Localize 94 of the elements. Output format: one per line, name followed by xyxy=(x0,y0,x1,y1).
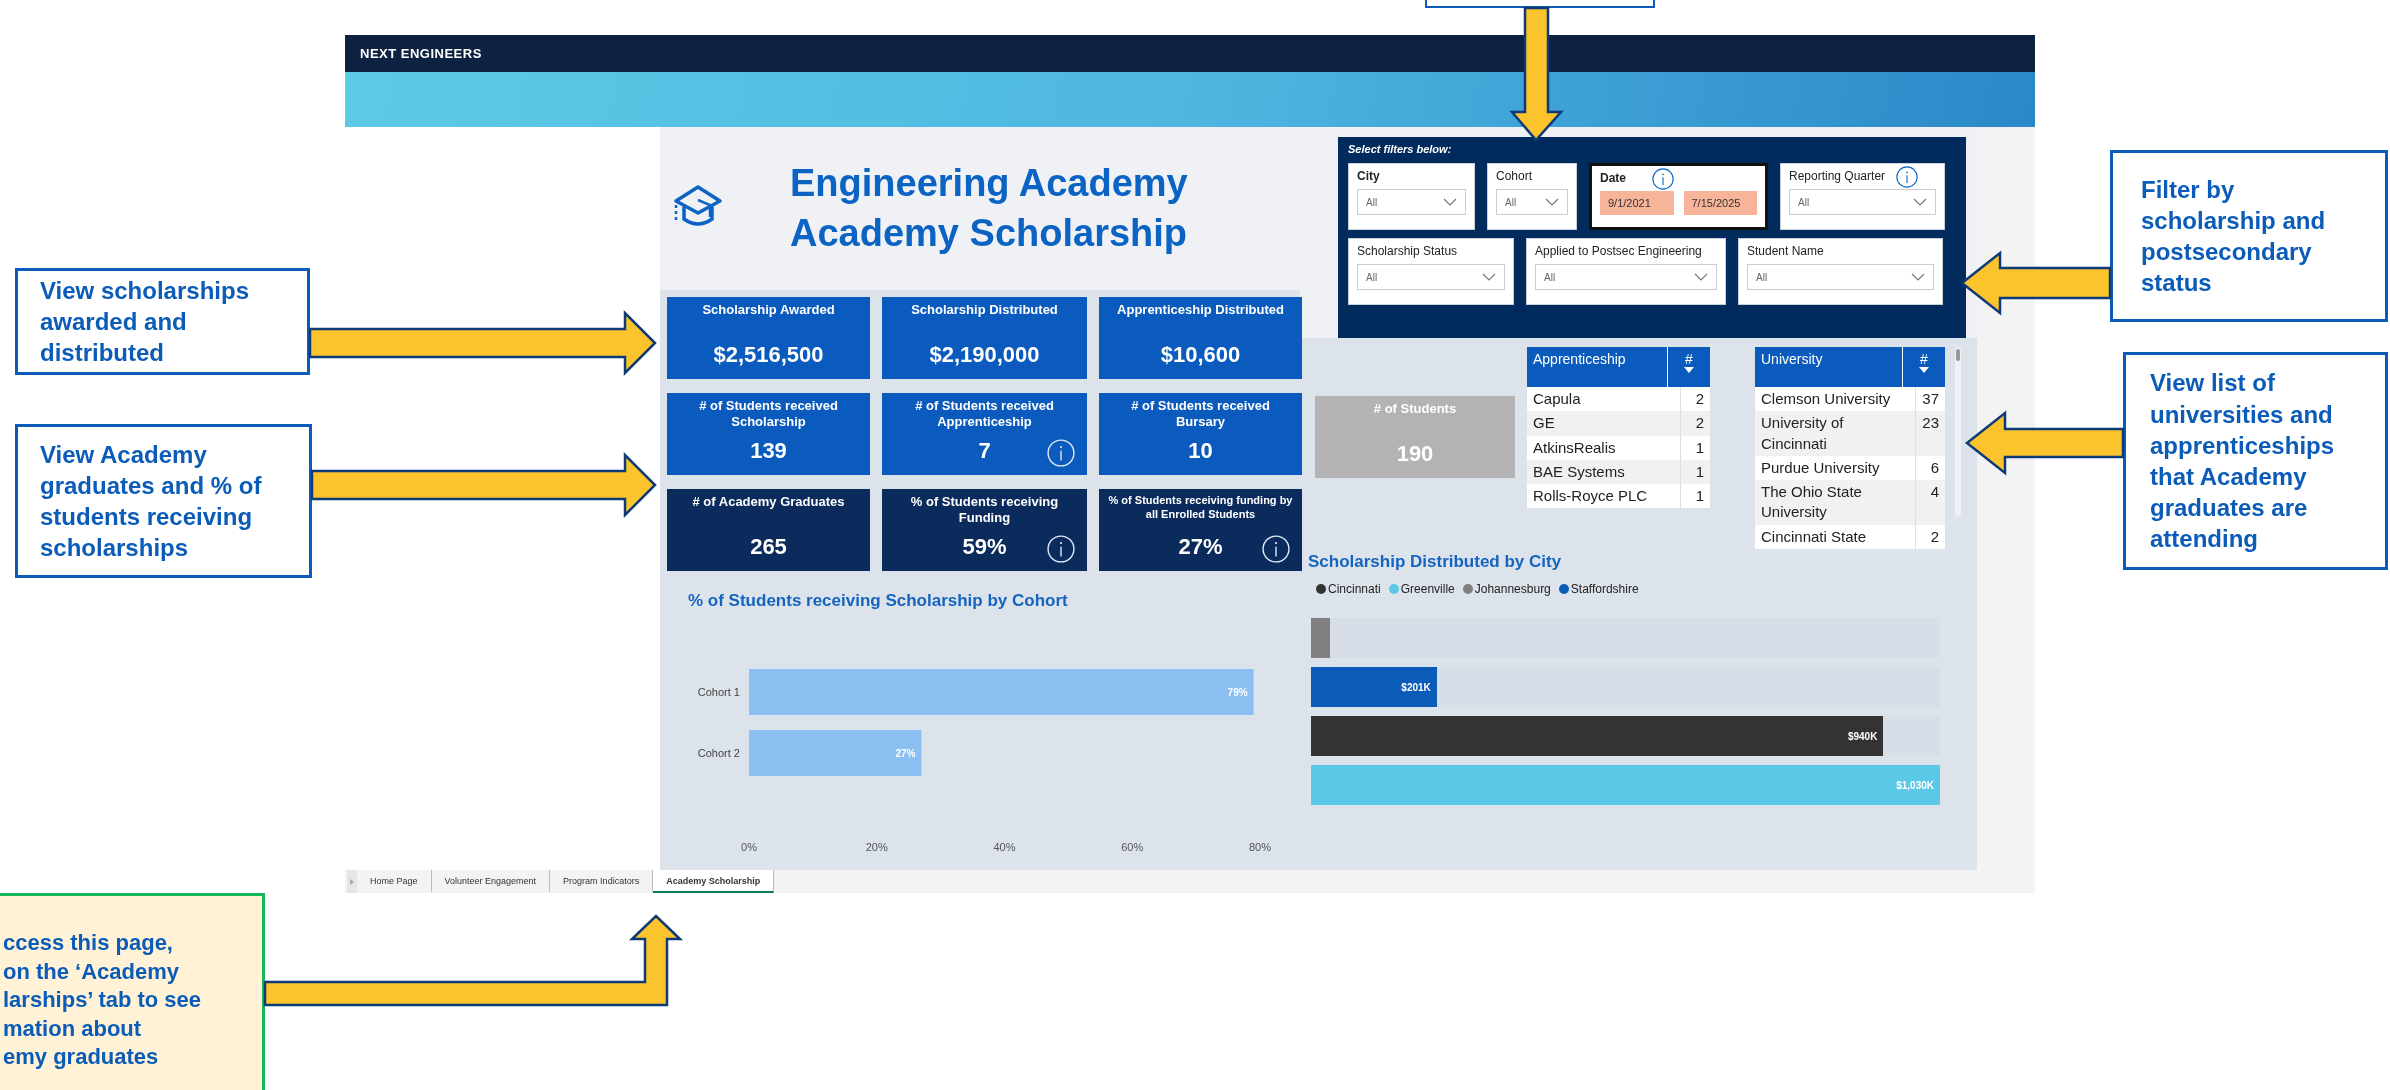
axis-tick-label: 20% xyxy=(865,841,888,853)
column-header[interactable]: Apprenticeship xyxy=(1527,347,1667,387)
filter-label: Scholarship Status xyxy=(1357,244,1458,258)
kpi-value: 59% xyxy=(962,534,1007,560)
legend-label: Johannesburg xyxy=(1474,582,1551,596)
filter-dropdown[interactable]: All xyxy=(1789,189,1936,215)
callout-note: ccess this page, on the ‘Academy larships’ tab to see mation about emy graduates xyxy=(0,893,265,1090)
filter-label: Date xyxy=(1600,171,1626,185)
date-field[interactable]: 7/15/2025 xyxy=(1683,191,1757,215)
kpi-value: 139 xyxy=(750,438,787,464)
table-cell: 1 xyxy=(1680,435,1710,460)
chevron-down-icon xyxy=(1694,273,1708,281)
kpi-label: Apprenticeship Distributed xyxy=(1117,302,1284,319)
table-cell-text: AtkinsRealis xyxy=(1532,437,1617,458)
legend-label: Cincinnati xyxy=(1328,582,1381,596)
info-icon[interactable] xyxy=(1652,168,1674,190)
table-cell: 2 xyxy=(1680,411,1710,436)
kpi-label: # of Students received Bursary xyxy=(1130,398,1271,431)
legend-label: Staffordshire xyxy=(1570,582,1639,596)
filter-dropdown[interactable]: All xyxy=(1357,264,1505,290)
table-cell-text: Rolls-Royce PLC xyxy=(1532,486,1649,506)
filter-label: Student Name xyxy=(1747,244,1824,258)
kpi-value: $10,600 xyxy=(1160,342,1241,368)
sort-down-icon[interactable] xyxy=(1919,367,1929,373)
brand-name: NEXT ENGINEERS xyxy=(360,46,482,61)
table-cell-text: The Ohio State University xyxy=(1760,482,1863,523)
column-header[interactable]: University xyxy=(1755,347,1902,387)
chart-title: Scholarship Distributed by City xyxy=(1308,552,1563,572)
page-tab[interactable]: Home Page xyxy=(357,870,432,893)
chevron-down-icon xyxy=(1443,198,1457,206)
filter-dropdown[interactable]: All xyxy=(1496,189,1568,215)
date-field[interactable]: 9/1/2021 xyxy=(1600,191,1674,215)
filter-label: Cohort xyxy=(1496,169,1533,183)
callout-note: View Academy graduates and % of students receiving scholarships xyxy=(15,424,312,578)
chevron-down-icon xyxy=(1545,198,1559,206)
callout-note: View list of universities and apprenticeships that Academy graduates are attending xyxy=(2123,352,2388,570)
axis-tick-label: 60% xyxy=(1121,841,1144,853)
kpi-label: Scholarship Distributed xyxy=(911,302,1058,319)
filter-dropdown[interactable]: All xyxy=(1357,189,1466,215)
filter-heading: Select filters below: xyxy=(1348,143,1453,155)
kpi-label: # of Academy Graduates xyxy=(692,494,845,511)
table-cell-text: Purdue University xyxy=(1760,457,1881,478)
value-label: $201K xyxy=(1401,681,1432,693)
table-cell-text: BAE Systems xyxy=(1532,461,1626,482)
category-label: Cohort 2 xyxy=(697,747,740,759)
table-cell-text: Clemson University xyxy=(1760,389,1892,409)
kpi-label: % of Students receiving funding by all Enrolled Students xyxy=(1107,494,1294,522)
kpi-label: Scholarship Awarded xyxy=(702,302,835,319)
table-cell: 2 xyxy=(1915,524,1945,549)
table-cell-text: GE xyxy=(1532,413,1556,434)
table-cell: 1 xyxy=(1680,484,1710,509)
kpi-value: $2,516,500 xyxy=(713,342,824,368)
category-label: Cohort 1 xyxy=(697,686,740,698)
chart-title: % of Students receiving Scholarship by Cohort xyxy=(688,591,1069,611)
value-label: $940K xyxy=(1847,730,1879,742)
kpi-label: % of Students receiving Funding xyxy=(909,494,1060,527)
page-tab[interactable]: Volunteer Engagement xyxy=(431,870,551,893)
filter-dropdown[interactable]: All xyxy=(1747,264,1934,290)
axis-tick-label: 80% xyxy=(1249,841,1271,853)
value-label: 79% xyxy=(1227,687,1248,698)
chevron-down-icon xyxy=(1913,198,1927,206)
chevron-down-icon xyxy=(1911,273,1925,281)
kpi-value: $2,190,000 xyxy=(929,342,1040,368)
page-tab[interactable]: Academy Scholarship xyxy=(653,870,775,893)
page-title: Engineering Academy Academy Scholarship xyxy=(790,161,1188,256)
info-icon[interactable] xyxy=(1896,166,1918,188)
caret-right-icon xyxy=(350,878,354,885)
kpi-label: # of Students xyxy=(1373,401,1457,418)
table-cell-text: Cincinnati State xyxy=(1760,526,1868,547)
axis-tick-label: 0% xyxy=(741,841,757,853)
value-label: $1,030K xyxy=(1896,779,1935,791)
table-cell: 23 xyxy=(1915,411,1945,456)
table-cell-text: Capula xyxy=(1532,389,1582,409)
filter-label: Applied to Postsec Engineering xyxy=(1535,244,1702,258)
table-cell-text: University of Cincinnati xyxy=(1760,413,1845,454)
sort-down-icon[interactable] xyxy=(1684,367,1694,373)
chevron-down-icon xyxy=(1482,273,1496,281)
table-cell: 4 xyxy=(1915,480,1945,525)
kpi-value: 265 xyxy=(750,534,787,560)
kpi-value: 190 xyxy=(1396,441,1434,467)
kpi-value: 10 xyxy=(1188,438,1213,464)
value-label: 27% xyxy=(895,748,916,759)
filter-dropdown[interactable]: All xyxy=(1535,264,1717,290)
callout-note: Filter by scholarship and postsecondary status xyxy=(2110,150,2388,322)
callout-note: View scholarships awarded and distributed xyxy=(15,268,310,375)
legend-label: Greenville xyxy=(1400,582,1455,596)
filter-label: Reporting Quarter xyxy=(1789,169,1886,183)
axis-tick-label: 40% xyxy=(993,841,1016,853)
scrollbar[interactable] xyxy=(1955,347,1961,517)
kpi-label: # of Students received Scholarship xyxy=(698,398,839,431)
kpi-label: # of Students received Apprenticeship xyxy=(914,398,1055,431)
kpi-value: 7 xyxy=(978,438,991,464)
filter-label: City xyxy=(1357,169,1380,183)
kpi-value: 27% xyxy=(1178,534,1223,560)
